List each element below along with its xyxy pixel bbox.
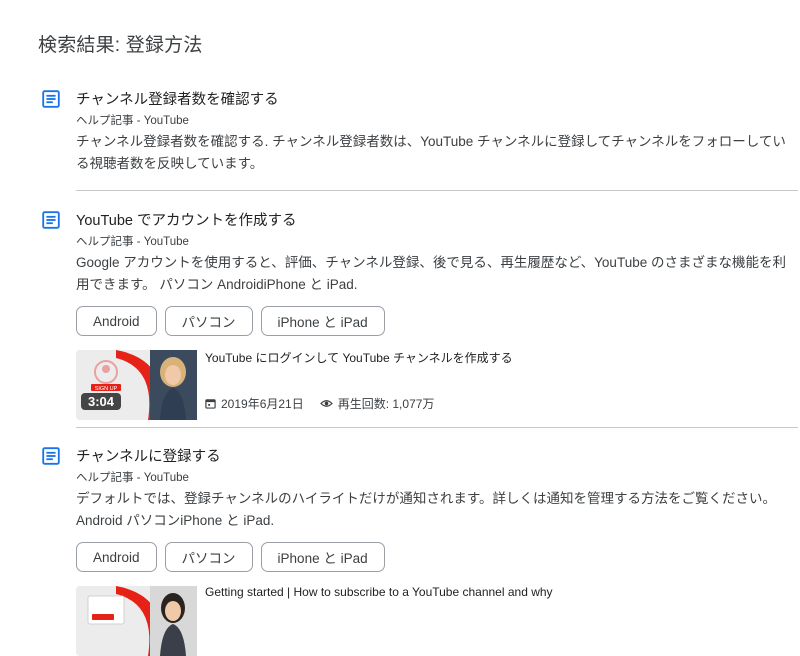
search-result[interactable]: YouTube でアカウントを作成する ヘルプ記事 - YouTube Goog… [38, 209, 800, 424]
result-title[interactable]: チャンネルに登録する [76, 445, 221, 466]
video-date: 2019年6月21日 [221, 397, 304, 411]
chip-iphone-ipad[interactable]: iPhone と iPad [260, 542, 385, 572]
chip-android[interactable]: Android [76, 542, 157, 572]
chip-pc[interactable]: パソコン [164, 542, 253, 572]
search-result[interactable]: チャンネル登録者数を確認する ヘルプ記事 - YouTube チャンネル登録者数… [38, 88, 800, 178]
platform-chips: Android パソコン iPhone と iPad [76, 306, 385, 336]
video-card[interactable]: SIGN UP 3:04 YouTube にログインして YouTube チャン… [76, 350, 800, 420]
thumbnail-image [76, 586, 197, 656]
result-title[interactable]: チャンネル登録者数を確認する [76, 88, 279, 109]
chip-pc[interactable]: パソコン [164, 306, 253, 336]
search-result[interactable]: チャンネルに登録する ヘルプ記事 - YouTube デフォルトでは、登録チャン… [38, 445, 800, 656]
thumb-badge: SIGN UP [95, 386, 118, 392]
video-thumbnail[interactable]: SIGN UP 3:04 [76, 350, 197, 420]
result-snippet: Google アカウントを使用すると、評価、チャンネル登録、後で見る、再生履歴な… [76, 255, 786, 292]
chip-android[interactable]: Android [76, 306, 157, 336]
calendar-icon [205, 399, 216, 409]
article-icon [42, 90, 60, 108]
article-icon [42, 447, 60, 465]
result-source: ヘルプ記事 - YouTube [76, 115, 189, 127]
video-meta: 2019年6月21日 再生回数: 1,077万 [205, 395, 434, 412]
platform-chips: Android パソコン iPhone と iPad [76, 542, 385, 572]
page-title: 検索結果: 登録方法 [38, 35, 203, 56]
video-title[interactable]: Getting started | How to subscribe to a … [205, 585, 553, 599]
divider [76, 427, 798, 428]
video-thumbnail[interactable] [76, 586, 197, 656]
eye-icon [319, 400, 333, 407]
chip-iphone-ipad[interactable]: iPhone と iPad [260, 306, 385, 336]
video-title[interactable]: YouTube にログインして YouTube チャンネルを作成する [205, 349, 513, 366]
article-icon [42, 211, 60, 229]
result-source: ヘルプ記事 - YouTube [76, 472, 189, 484]
result-snippet: デフォルトでは、登録チャンネルのハイライトだけが通知されます。詳しくは通知を管理… [76, 491, 776, 528]
video-card[interactable]: Getting started | How to subscribe to a … [76, 585, 800, 656]
result-source: ヘルプ記事 - YouTube [76, 236, 189, 248]
divider [76, 190, 798, 191]
result-title[interactable]: YouTube でアカウントを作成する [76, 209, 297, 230]
video-views: 再生回数: 1,077万 [337, 397, 435, 411]
result-snippet: チャンネル登録者数を確認する. チャンネル登録者数は、YouTube チャンネル… [76, 134, 786, 171]
video-duration: 3:04 [81, 393, 122, 410]
